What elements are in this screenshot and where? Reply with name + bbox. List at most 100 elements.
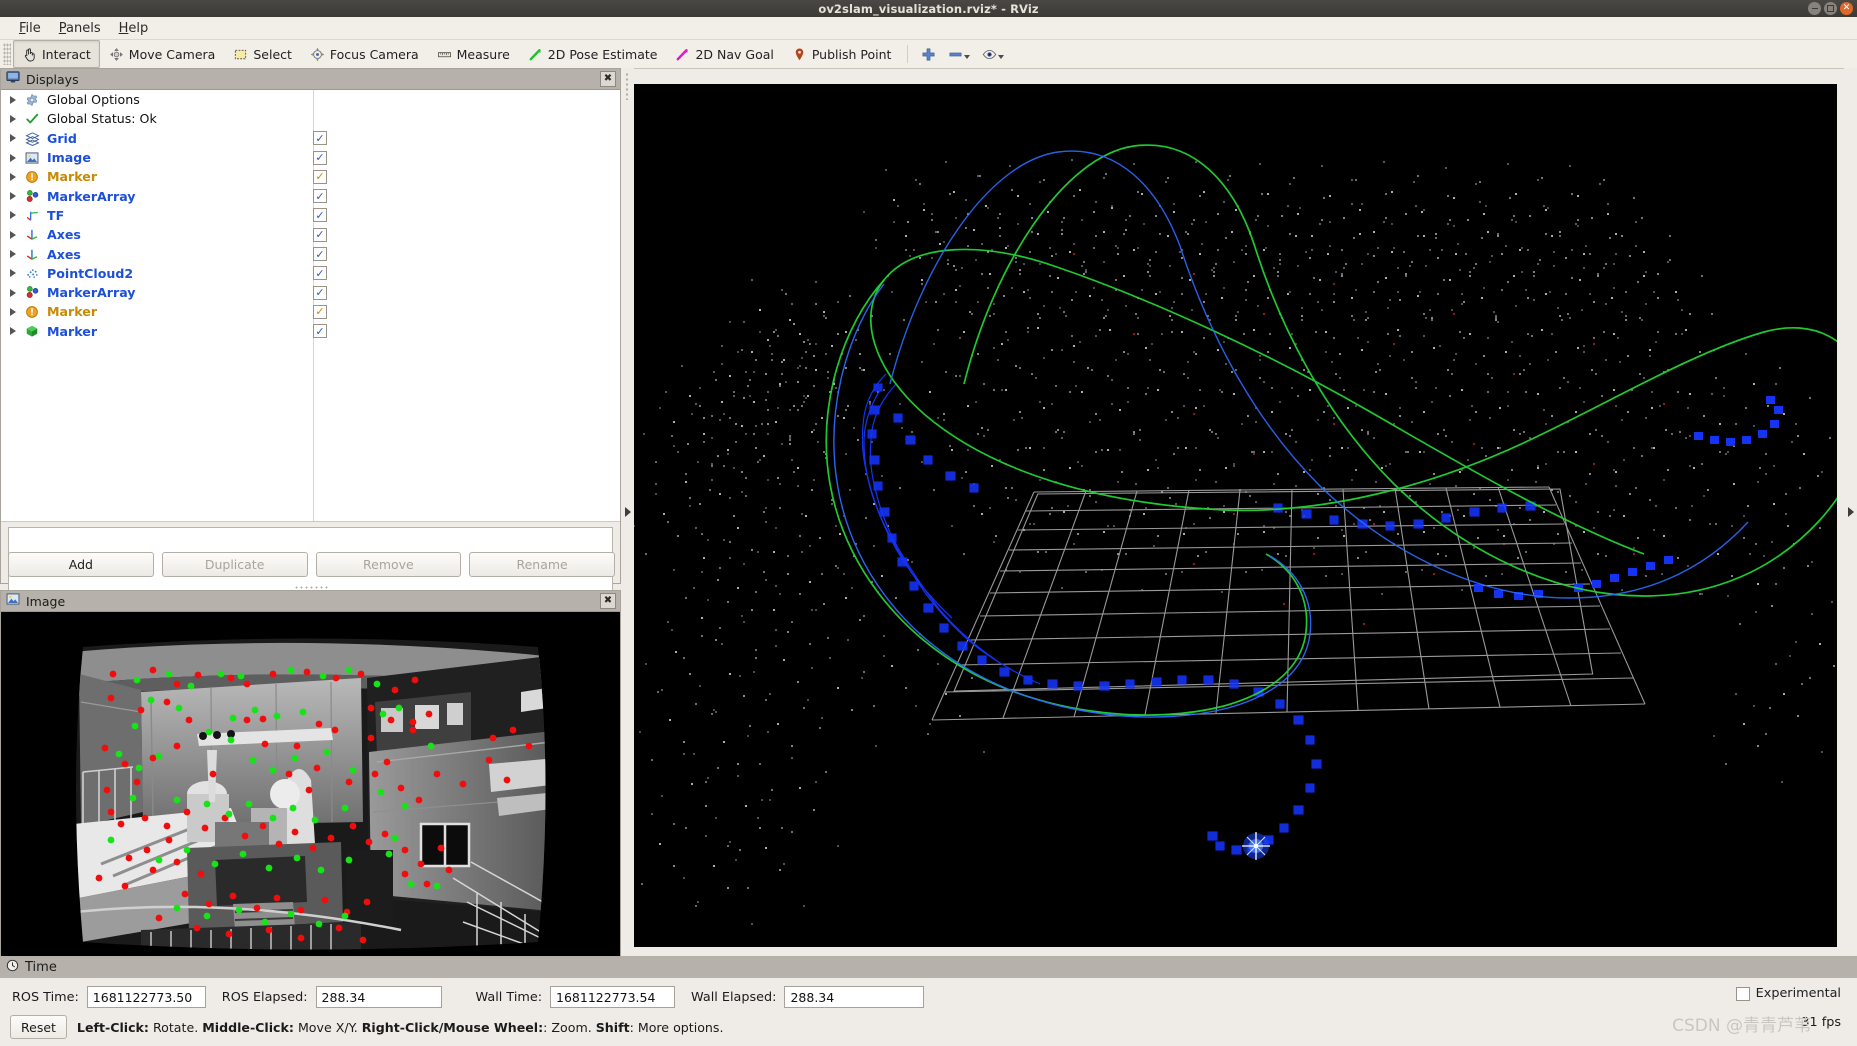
grid-icon <box>24 130 40 146</box>
tree-label-global-status: Global Status: Ok <box>47 111 157 127</box>
expand-arrow-icon[interactable] <box>10 153 16 162</box>
tree-row-markerarray-1[interactable]: MarkerArray ✓ <box>1 186 620 205</box>
tree-row-axes-1[interactable]: Axes ✓ <box>1 225 620 244</box>
tf-icon <box>24 207 40 223</box>
minimize-button[interactable] <box>1808 2 1821 15</box>
time-panel: Time ROS Time: 1681122773.50 ROS Elapsed… <box>0 956 1857 1046</box>
tree-row-marker-1[interactable]: Marker ✓ <box>1 167 620 186</box>
wall-elapsed-input[interactable]: 288.34 <box>784 986 925 1008</box>
tree-checkbox-axes-2[interactable]: ✓ <box>313 247 327 262</box>
hint-shift: Shift <box>595 1019 630 1035</box>
tree-label-marker-3: Marker <box>47 323 98 339</box>
expand-arrow-icon[interactable] <box>10 307 16 316</box>
tree-row-tf[interactable]: TF ✓ <box>1 206 620 225</box>
ros-time-input[interactable]: 1681122773.50 <box>86 986 206 1008</box>
image-panel-header: Image ✖ <box>1 591 620 612</box>
tree-checkbox-marker-2[interactable]: ✓ <box>313 304 327 319</box>
expand-arrow-icon[interactable] <box>10 114 16 123</box>
right-panel-splitter[interactable] <box>1844 68 1857 956</box>
tree-checkbox-marker-1[interactable]: ✓ <box>313 169 327 184</box>
image-panel-close-icon[interactable]: ✖ <box>600 593 616 609</box>
remove-tool-button[interactable] <box>942 45 976 64</box>
displays-tree[interactable]: Global Options Global Status: Ok Grid ✓ … <box>1 90 620 522</box>
toolbar-grip[interactable] <box>3 43 11 65</box>
wall-time-input[interactable]: 1681122773.54 <box>550 986 676 1008</box>
expand-arrow-icon[interactable] <box>10 95 16 104</box>
tree-row-grid[interactable]: Grid ✓ <box>1 129 620 148</box>
tree-checkbox-marker-3[interactable]: ✓ <box>313 324 327 339</box>
tree-row-axes-2[interactable]: Axes ✓ <box>1 244 620 263</box>
tree-row-image[interactable]: Image ✓ <box>1 148 620 167</box>
menu-panels[interactable]: Panels <box>50 20 110 37</box>
collapse-left-arrow-icon[interactable] <box>624 507 631 517</box>
expand-arrow-icon[interactable] <box>10 192 16 201</box>
expand-arrow-icon[interactable] <box>10 269 16 278</box>
tool-move-camera[interactable]: Move Camera <box>100 40 225 68</box>
collapse-right-arrow-icon[interactable] <box>1847 507 1854 517</box>
tool-focus-camera[interactable]: Focus Camera <box>301 40 428 68</box>
tree-checkbox-grid[interactable]: ✓ <box>313 131 327 146</box>
tree-checkbox-axes-1[interactable]: ✓ <box>313 227 327 242</box>
tree-label-markerarray-1: MarkerArray <box>47 188 136 204</box>
expand-arrow-icon[interactable] <box>10 250 16 259</box>
tree-row-marker-3[interactable]: Marker ✓ <box>1 322 620 341</box>
tool-interact[interactable]: Interact <box>13 40 100 68</box>
gear-icon <box>24 92 40 108</box>
tree-checkbox-image[interactable]: ✓ <box>313 150 327 165</box>
duplicate-button[interactable]: Duplicate <box>161 552 308 577</box>
tree-checkbox-pointcloud2[interactable]: ✓ <box>313 266 327 281</box>
tool-2d-nav-goal[interactable]: 2D Nav Goal <box>666 40 782 68</box>
image-panel-title: Image <box>26 593 66 609</box>
tool-properties-button[interactable] <box>976 45 1010 64</box>
tree-checkbox-tf[interactable]: ✓ <box>313 208 327 223</box>
toolbar-separator <box>907 45 909 63</box>
ros-elapsed-input[interactable]: 288.34 <box>315 986 442 1008</box>
add-tool-button[interactable] <box>915 45 942 64</box>
tree-row-markerarray-2[interactable]: MarkerArray ✓ <box>1 283 620 302</box>
expand-arrow-icon[interactable] <box>10 211 16 220</box>
tool-publish-point[interactable]: Publish Point <box>783 40 901 68</box>
remove-button[interactable]: Remove <box>315 552 462 577</box>
tree-row-global-options[interactable]: Global Options <box>1 90 620 109</box>
close-button[interactable]: ✕ <box>1840 2 1853 15</box>
tree-label-marker-1: Marker <box>47 169 98 185</box>
reset-button[interactable]: Reset <box>10 1015 67 1039</box>
tree-checkbox-markerarray-2[interactable]: ✓ <box>313 285 327 300</box>
tool-measure[interactable]: Measure <box>428 40 519 68</box>
chevron-down-icon[interactable] <box>964 54 971 59</box>
experimental-checkbox[interactable] <box>1735 986 1750 1001</box>
tree-checkbox-markerarray-1[interactable]: ✓ <box>313 189 327 204</box>
magenta-arrow-icon <box>675 47 690 62</box>
expand-arrow-icon[interactable] <box>10 172 16 181</box>
hint-move: Move X/Y. <box>293 1019 362 1035</box>
ros-elapsed-label: ROS Elapsed: <box>221 989 308 1005</box>
expand-arrow-icon[interactable] <box>10 134 16 143</box>
tool-2d-nav-goal-label: 2D Nav Goal <box>695 46 774 62</box>
chevron-down-icon-2[interactable] <box>998 54 1005 59</box>
experimental-checkbox-group[interactable]: Experimental <box>1735 986 1841 1001</box>
3d-render-view[interactable] <box>634 84 1837 947</box>
expand-arrow-icon[interactable] <box>10 327 16 336</box>
tool-2d-pose-estimate[interactable]: 2D Pose Estimate <box>519 40 667 68</box>
tool-select[interactable]: Select <box>224 40 301 68</box>
tree-row-pointcloud2[interactable]: PointCloud2 ✓ <box>1 264 620 283</box>
tree-row-global-status[interactable]: Global Status: Ok <box>1 109 620 128</box>
maximize-button[interactable] <box>1824 2 1837 15</box>
menu-file[interactable]: File <box>10 20 50 37</box>
left-panel-splitter[interactable] <box>621 68 634 956</box>
expand-arrow-icon[interactable] <box>10 288 16 297</box>
green-arrow-icon <box>528 47 543 62</box>
hint-rotate: Rotate. <box>148 1019 203 1035</box>
marker-array-icon <box>24 285 40 301</box>
menu-help[interactable]: Help <box>110 20 158 37</box>
expand-arrow-icon[interactable] <box>10 230 16 239</box>
menu-panels-rest: anels <box>66 20 101 36</box>
hand-cursor-icon <box>22 47 37 62</box>
rename-button[interactable]: Rename <box>469 552 615 577</box>
displays-panel-close-icon[interactable]: ✖ <box>600 71 616 87</box>
tool-publish-point-label: Publish Point <box>811 46 892 62</box>
axes-icon <box>24 227 40 243</box>
camera-image-view[interactable] <box>1 612 620 957</box>
tree-row-marker-2[interactable]: Marker ✓ <box>1 302 620 321</box>
add-button[interactable]: Add <box>8 552 154 577</box>
